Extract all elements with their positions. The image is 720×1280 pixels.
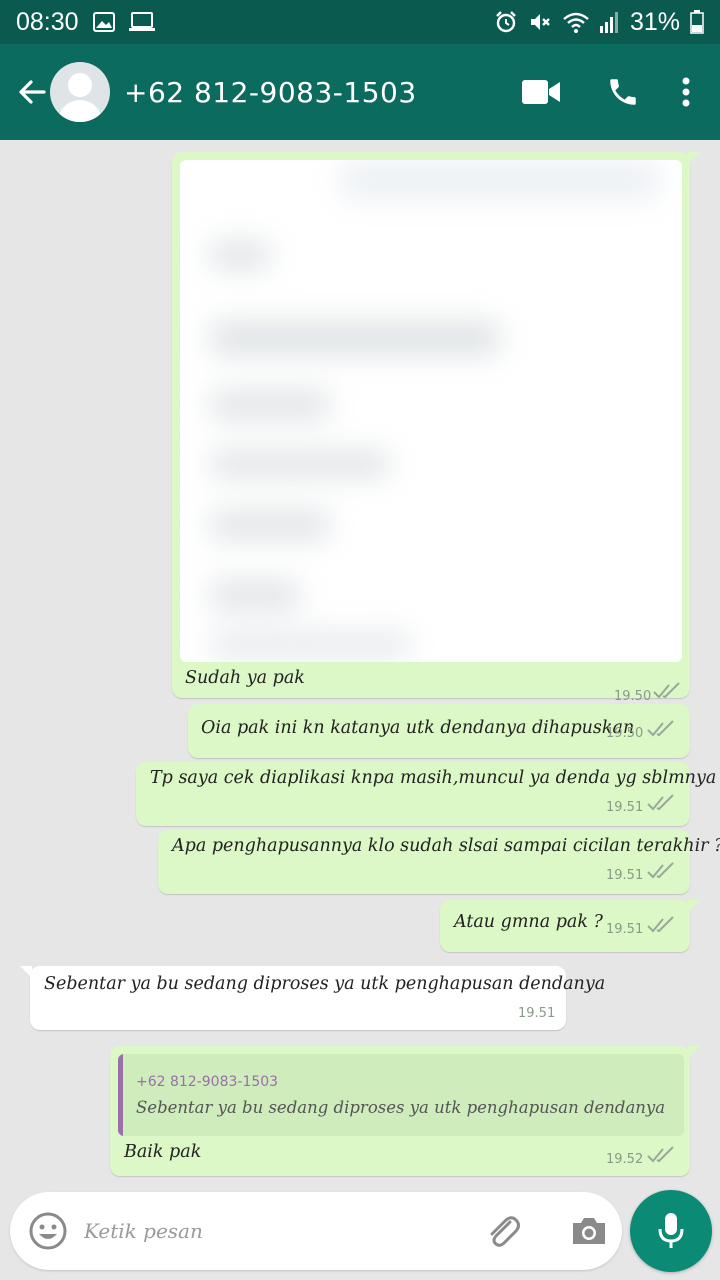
attach-icon[interactable]	[482, 1210, 524, 1252]
message-text: Baik pak	[124, 1142, 202, 1162]
message-composer	[10, 1192, 622, 1270]
alarm-icon	[494, 10, 518, 34]
message-time: 19.50	[614, 689, 652, 704]
read-ticks-icon	[647, 916, 674, 933]
message-bubble-reply[interactable]: +62 812-9083-1503 Sebentar ya bu sedang …	[110, 1046, 700, 1176]
battery-percent: 31%	[629, 7, 680, 36]
read-ticks-icon	[647, 862, 674, 879]
screen-icon	[128, 12, 155, 32]
image-attachment[interactable]	[180, 160, 682, 662]
message-bubble-image[interactable]: Sudah ya pak 19.50	[172, 152, 700, 704]
chat-header: +62 812-9083-1503	[0, 44, 720, 140]
message-time: 19.51	[606, 922, 644, 937]
wifi-icon	[562, 10, 590, 34]
mute-icon	[528, 10, 552, 34]
read-ticks-icon	[647, 1146, 674, 1163]
avatar-icon[interactable]	[50, 62, 110, 122]
message-time: 19.50	[606, 726, 644, 741]
message-text: Atau gmna pak ?	[454, 912, 603, 932]
message-bubble[interactable]: Apa penghapusannya klo sudah slsai sampa…	[158, 830, 720, 894]
message-time: 19.51	[518, 1006, 556, 1021]
read-ticks-icon	[653, 682, 680, 699]
quoted-author: +62 812-9083-1503	[136, 1074, 279, 1090]
message-input[interactable]	[84, 1212, 464, 1250]
quoted-message[interactable]: +62 812-9083-1503 Sebentar ya bu sedang …	[118, 1054, 684, 1136]
message-bubble-incoming[interactable]: Sebentar ya bu sedang diproses ya utk pe…	[20, 966, 605, 1030]
message-bubble[interactable]: Oia pak ini kn katanya utk dendanya diha…	[188, 704, 690, 758]
message-text: Sebentar ya bu sedang diproses ya utk pe…	[44, 974, 606, 994]
message-bubble[interactable]: Atau gmna pak ? 19.51	[440, 900, 700, 952]
message-text: Tp saya cek diaplikasi knpa masih,muncul…	[150, 768, 720, 788]
message-text: Oia pak ini kn katanya utk dendanya diha…	[201, 718, 635, 738]
contact-name[interactable]: +62 812-9083-1503	[124, 76, 417, 109]
message-list[interactable]: Sudah ya pak 19.50 Oia pak ini kn katany…	[0, 140, 720, 1188]
video-call-icon[interactable]	[500, 44, 582, 140]
camera-icon[interactable]	[568, 1210, 610, 1252]
message-caption: Sudah ya pak	[185, 668, 305, 688]
status-bar: 08:30 31%	[0, 0, 720, 44]
signal-icon	[599, 11, 620, 33]
emoji-icon[interactable]	[28, 1211, 68, 1251]
read-ticks-icon	[647, 794, 674, 811]
image-icon	[92, 12, 115, 32]
message-time: 19.51	[606, 868, 644, 883]
mic-icon	[658, 1213, 684, 1248]
message-bubble[interactable]: Tp saya cek diaplikasi knpa masih,muncul…	[136, 762, 720, 826]
quoted-text: Sebentar ya bu sedang diproses ya utk pe…	[136, 1098, 666, 1117]
message-time: 19.52	[606, 1152, 644, 1167]
status-time: 08:30	[16, 7, 79, 36]
read-ticks-icon	[647, 720, 674, 737]
more-vert-icon[interactable]	[664, 44, 708, 140]
battery-icon	[690, 10, 704, 34]
message-text: Apa penghapusannya klo sudah slsai sampa…	[172, 836, 720, 856]
phone-icon[interactable]	[582, 44, 664, 140]
message-time: 19.51	[606, 800, 644, 815]
mic-button[interactable]	[630, 1190, 712, 1272]
